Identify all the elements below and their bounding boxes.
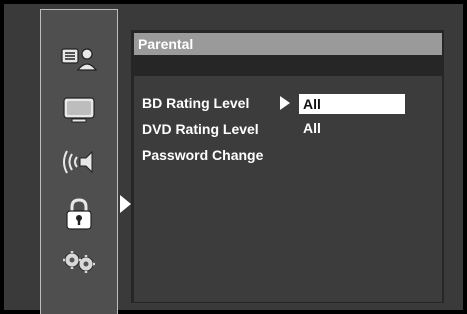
settings-gears-icon (57, 248, 101, 276)
setup-sidebar (40, 9, 118, 314)
playback-setup-icon (59, 44, 99, 72)
audio-speaker-icon (57, 147, 101, 177)
sidebar-item-playback[interactable] (41, 38, 117, 78)
dvd-rating-value[interactable]: All (299, 120, 321, 136)
bd-rating-value[interactable]: All (299, 94, 405, 114)
sidebar-item-others[interactable] (41, 242, 117, 282)
sidebar-item-audio[interactable] (41, 142, 117, 182)
display-tv-icon (59, 95, 99, 125)
selection-arrow-icon (280, 96, 290, 110)
password-change-label: Password Change (142, 147, 264, 163)
sidebar-item-parental[interactable] (41, 194, 117, 234)
sidebar-item-display[interactable] (41, 90, 117, 130)
dvd-rating-label: DVD Rating Level (142, 121, 259, 137)
selected-category-pointer (120, 195, 131, 213)
panel-title: Parental (134, 33, 442, 55)
bd-rating-label: BD Rating Level (142, 95, 250, 111)
lock-icon (61, 197, 97, 231)
